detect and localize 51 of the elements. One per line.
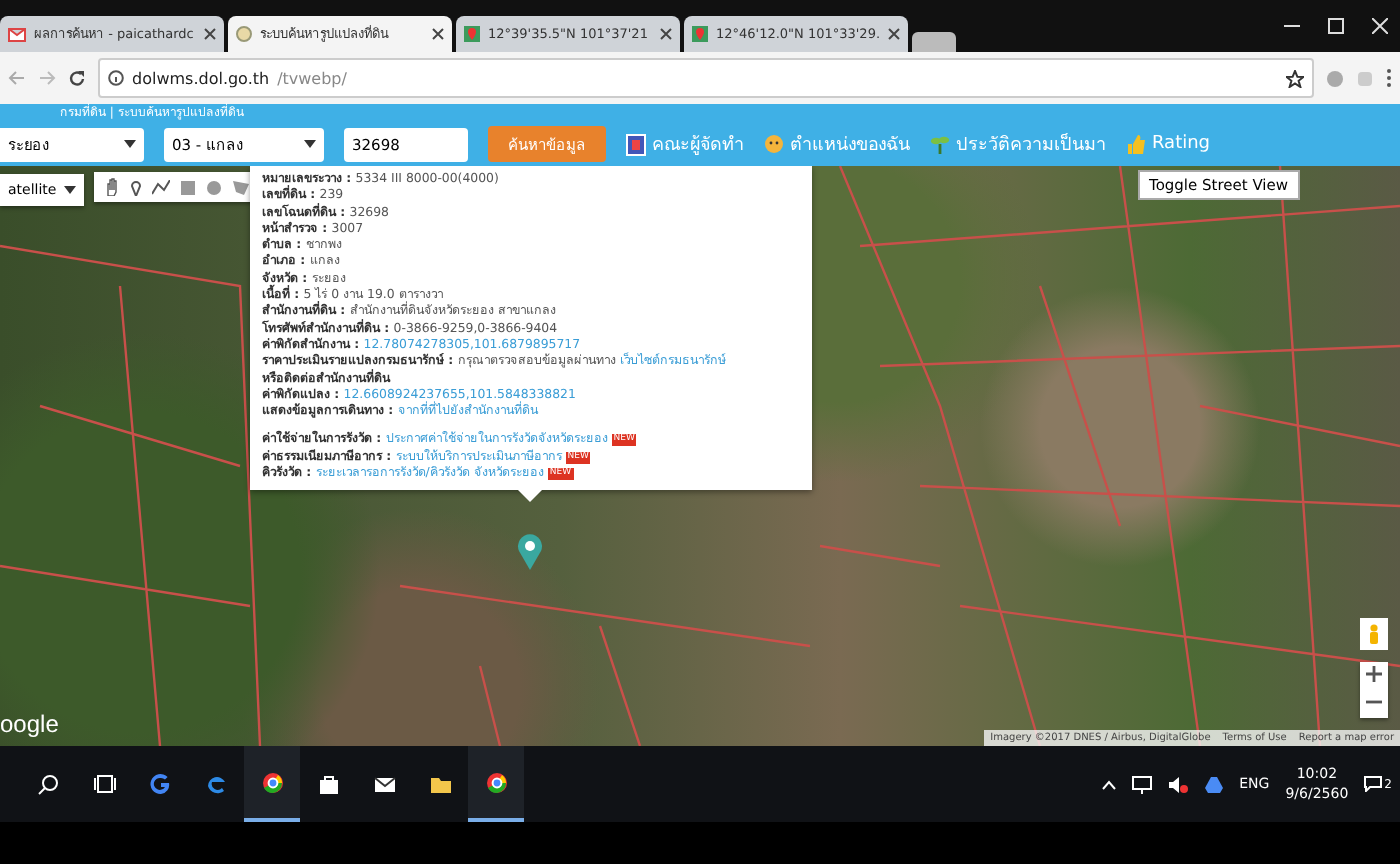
hand-icon[interactable] <box>104 178 120 196</box>
circle-tool-icon[interactable] <box>206 179 222 195</box>
map-pin-icon <box>692 26 708 42</box>
marker-tool-icon[interactable] <box>130 178 142 196</box>
chrome-icon <box>261 771 283 793</box>
caret-icon <box>304 140 316 148</box>
url-path: /tvwebp/ <box>277 69 347 87</box>
browser-e-icon <box>205 773 227 795</box>
reload-icon[interactable] <box>68 69 86 87</box>
speech-bubble-icon <box>1364 776 1383 792</box>
chrome-icon <box>485 771 507 793</box>
menu-icon[interactable] <box>1386 68 1392 88</box>
taskbar-app[interactable] <box>468 746 524 822</box>
search-icon <box>37 773 59 795</box>
zoom-out-button[interactable] <box>1360 690 1388 718</box>
address-bar[interactable]: dolwms.dol.go.th /tvwebp/ <box>98 58 1314 98</box>
globe-icon <box>236 26 252 42</box>
speaker-icon[interactable] <box>1167 775 1188 793</box>
caret-icon <box>124 140 136 148</box>
person-icon <box>1368 624 1380 644</box>
chevron-up-icon[interactable] <box>1101 779 1116 789</box>
close-icon[interactable] <box>204 28 216 40</box>
url-host: dolwms.dol.go.th <box>132 69 270 87</box>
caret-icon <box>64 186 77 194</box>
polygon-tool-icon[interactable] <box>232 179 250 195</box>
cloud-drive-icon[interactable] <box>1203 775 1224 793</box>
network-icon[interactable] <box>1131 775 1152 793</box>
map-pin-icon <box>464 26 480 42</box>
zoom-in-button[interactable] <box>1360 662 1388 690</box>
thumbs-up-icon <box>1126 134 1146 154</box>
taskbar-app[interactable] <box>244 746 300 822</box>
rectangle-tool-icon[interactable] <box>180 179 196 195</box>
close-icon[interactable] <box>432 28 444 40</box>
folder-icon <box>429 773 451 795</box>
map-marker-icon[interactable] <box>516 532 544 572</box>
close-icon[interactable] <box>660 28 672 40</box>
task-view-icon <box>93 773 115 795</box>
book-icon <box>626 133 646 155</box>
map-logo: oogle <box>0 710 59 738</box>
close-icon[interactable] <box>888 28 900 40</box>
letter-g-icon <box>149 773 171 795</box>
face-icon <box>764 134 784 154</box>
info-icon <box>108 70 124 86</box>
shopping-bag-icon <box>317 773 339 795</box>
mail-icon <box>8 27 26 41</box>
maximize-icon[interactable] <box>1328 18 1344 34</box>
sprout-icon <box>930 134 950 154</box>
star-icon[interactable] <box>1286 69 1304 87</box>
line-tool-icon[interactable] <box>152 179 170 195</box>
envelope-icon <box>373 773 395 795</box>
plus-icon <box>1366 665 1382 681</box>
